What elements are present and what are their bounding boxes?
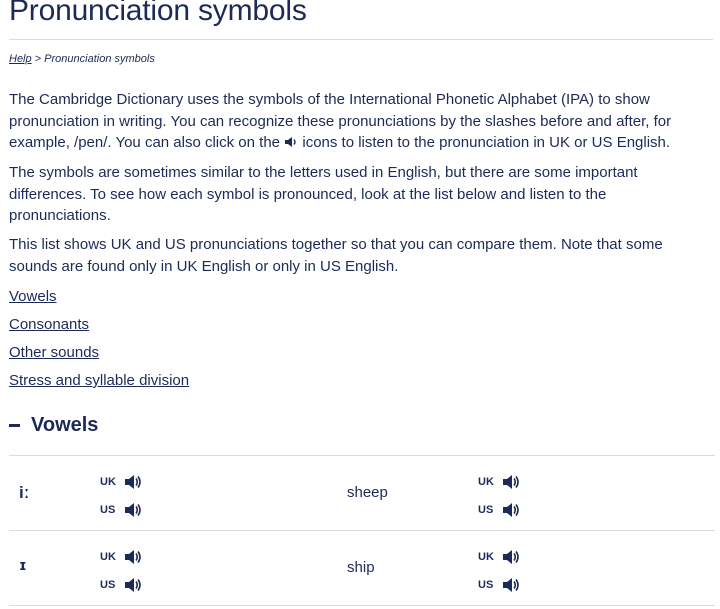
breadcrumb-current: Pronunciation symbols [44,53,155,65]
breadcrumb: Help > Pronunciation symbols [9,53,155,65]
us-word-audio-button[interactable]: US [478,502,520,518]
breadcrumb-separator: > [31,53,45,65]
page-title: Pronunciation symbols [9,0,307,27]
toc-link-vowels[interactable]: Vowels [9,288,57,305]
region-label: UK [478,551,494,563]
toc-link-consonants[interactable]: Consonants [9,316,89,333]
region-label: UK [100,476,116,488]
speaker-icon [284,133,298,155]
region-label: UK [478,476,494,488]
word-part: sh [347,484,363,501]
speaker-icon [502,577,520,593]
region-label: US [100,504,116,516]
us-audio-button[interactable]: US [100,577,142,593]
intro-paragraph-1: The Cambridge Dictionary uses the symbol… [9,89,709,155]
toc-link-other-sounds[interactable]: Other sounds [9,344,99,361]
speaker-icon [124,577,142,593]
speaker-icon [124,474,142,490]
example-word: ship [347,559,375,576]
region-label: US [478,579,494,591]
speaker-icon [124,549,142,565]
row-divider [9,455,715,456]
uk-audio-button[interactable]: UK [100,549,142,565]
breadcrumb-help-link[interactable]: Help [9,53,32,65]
us-audio-button[interactable]: US [100,502,142,518]
title-divider [9,39,713,40]
speaker-icon [124,502,142,518]
uk-word-audio-button[interactable]: UK [478,474,520,490]
word-part: p [379,484,388,501]
region-label: UK [100,551,116,563]
region-label: US [100,579,116,591]
word-part: p [366,559,375,576]
region-label: US [478,504,494,516]
section-heading-vowels[interactable]: Vowels [9,414,98,437]
row-divider [9,605,715,606]
example-word: sheep [347,484,388,501]
word-highlight: ee [362,484,380,501]
intro-text-after-icon: icons to listen to the pronunciation in … [298,134,671,151]
uk-audio-button[interactable]: UK [100,474,142,490]
speaker-icon [502,549,520,565]
section-title: Vowels [31,414,99,436]
intro-paragraph-3: This list shows UK and US pronunciations… [9,236,663,275]
speaker-icon [502,502,520,518]
speaker-icon [502,474,520,490]
us-word-audio-button[interactable]: US [478,577,520,593]
toc-link-stress-syllable-division[interactable]: Stress and syllable division [9,372,189,389]
ipa-symbol: ɪ [19,558,27,574]
ipa-symbol: iː [19,483,30,502]
intro-paragraph-2: The symbols are sometimes similar to the… [9,164,638,224]
word-part: sh [347,559,363,576]
row-divider [9,530,715,531]
collapse-minus-icon[interactable] [9,424,20,427]
uk-word-audio-button[interactable]: UK [478,549,520,565]
